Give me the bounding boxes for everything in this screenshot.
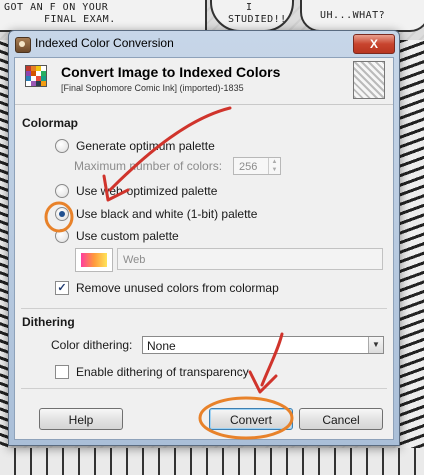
window-title: Indexed Color Conversion: [35, 36, 174, 50]
comic-bubble-text-3: UH...WHAT?: [320, 10, 386, 21]
button-divider: [21, 388, 387, 389]
remove-unused-row[interactable]: ✓ Remove unused colors from colormap: [55, 279, 279, 297]
remove-unused-checkbox[interactable]: ✓: [55, 281, 69, 295]
image-name: [Final Sophomore Comic Ink] (imported)-1…: [61, 83, 244, 93]
help-button[interactable]: Help: [39, 408, 123, 430]
chevron-down-icon[interactable]: ▼: [368, 337, 383, 353]
comic-ink-left: [0, 40, 8, 470]
radio-label: Generate optimum palette: [76, 139, 215, 153]
radio-web-optimized[interactable]: Use web-optimized palette: [55, 182, 217, 200]
max-colors-value: 256: [239, 161, 258, 173]
section-divider: [21, 308, 387, 309]
comic-ink-bottom: [0, 448, 424, 475]
max-colors-spinner[interactable]: 256 ▲ ▼: [233, 157, 281, 175]
convert-button-label: Convert: [229, 413, 273, 427]
max-colors-label: Maximum number of colors:: [74, 159, 223, 173]
palette-gradient-icon: [81, 253, 107, 267]
indexed-color-dialog: Indexed Color Conversion X Convert Image…: [8, 30, 400, 446]
convert-button[interactable]: Convert: [209, 408, 293, 430]
custom-palette-swatch-button[interactable]: [75, 248, 113, 272]
dialog-heading: Convert Image to Indexed Colors: [61, 64, 281, 80]
color-dithering-value: None: [147, 339, 176, 353]
color-dithering-select[interactable]: None ▼: [142, 336, 384, 354]
radio-label: Use custom palette: [76, 229, 179, 243]
close-button[interactable]: X: [353, 34, 395, 54]
help-button-label: Help: [68, 413, 94, 427]
dialog-header: Convert Image to Indexed Colors [Final S…: [15, 58, 393, 105]
radio-black-and-white[interactable]: Use black and white (1-bit) palette: [55, 205, 257, 223]
image-thumbnail: [353, 61, 385, 99]
comic-bubble-text-2: STUDIED!!: [228, 14, 287, 25]
max-colors-row: Maximum number of colors:: [74, 157, 222, 175]
radio-label: Use black and white (1-bit) palette: [76, 207, 258, 221]
cancel-button[interactable]: Cancel: [299, 408, 383, 430]
gimp-app-icon: [15, 37, 31, 53]
remove-unused-label: Remove unused colors from colormap: [76, 281, 279, 295]
dithering-section-title: Dithering: [22, 315, 75, 329]
comic-bubble-text-1: I: [246, 2, 253, 13]
indexed-palette-icon: [25, 65, 47, 87]
radio-button[interactable]: [55, 139, 69, 153]
radio-button[interactable]: [55, 229, 69, 243]
dialog-body: Convert Image to Indexed Colors [Final S…: [14, 57, 394, 440]
comic-ink-right: [400, 40, 424, 470]
title-bar[interactable]: Indexed Color Conversion X: [9, 31, 399, 57]
custom-palette-field[interactable]: Web: [117, 248, 383, 270]
dither-transparency-checkbox[interactable]: [55, 365, 69, 379]
radio-label: Use web-optimized palette: [76, 184, 218, 198]
cancel-button-label: Cancel: [322, 413, 360, 427]
radio-generate-optimum[interactable]: Generate optimum palette: [55, 137, 215, 155]
color-dithering-row: Color dithering:: [51, 336, 132, 354]
dither-transparency-row[interactable]: Enable dithering of transparency: [55, 363, 249, 381]
color-dithering-label: Color dithering:: [51, 338, 133, 352]
comic-text-line-2: FINAL EXAM.: [44, 14, 116, 25]
comic-text-line-1: GOT AN F ON YOUR: [4, 2, 109, 13]
colormap-section-title: Colormap: [22, 116, 79, 130]
radio-custom-palette[interactable]: Use custom palette: [55, 227, 179, 245]
dither-transparency-label: Enable dithering of transparency: [76, 365, 249, 379]
spinner-arrows-icon[interactable]: ▲ ▼: [268, 158, 280, 174]
radio-button[interactable]: [55, 184, 69, 198]
radio-button-selected[interactable]: [55, 207, 69, 221]
